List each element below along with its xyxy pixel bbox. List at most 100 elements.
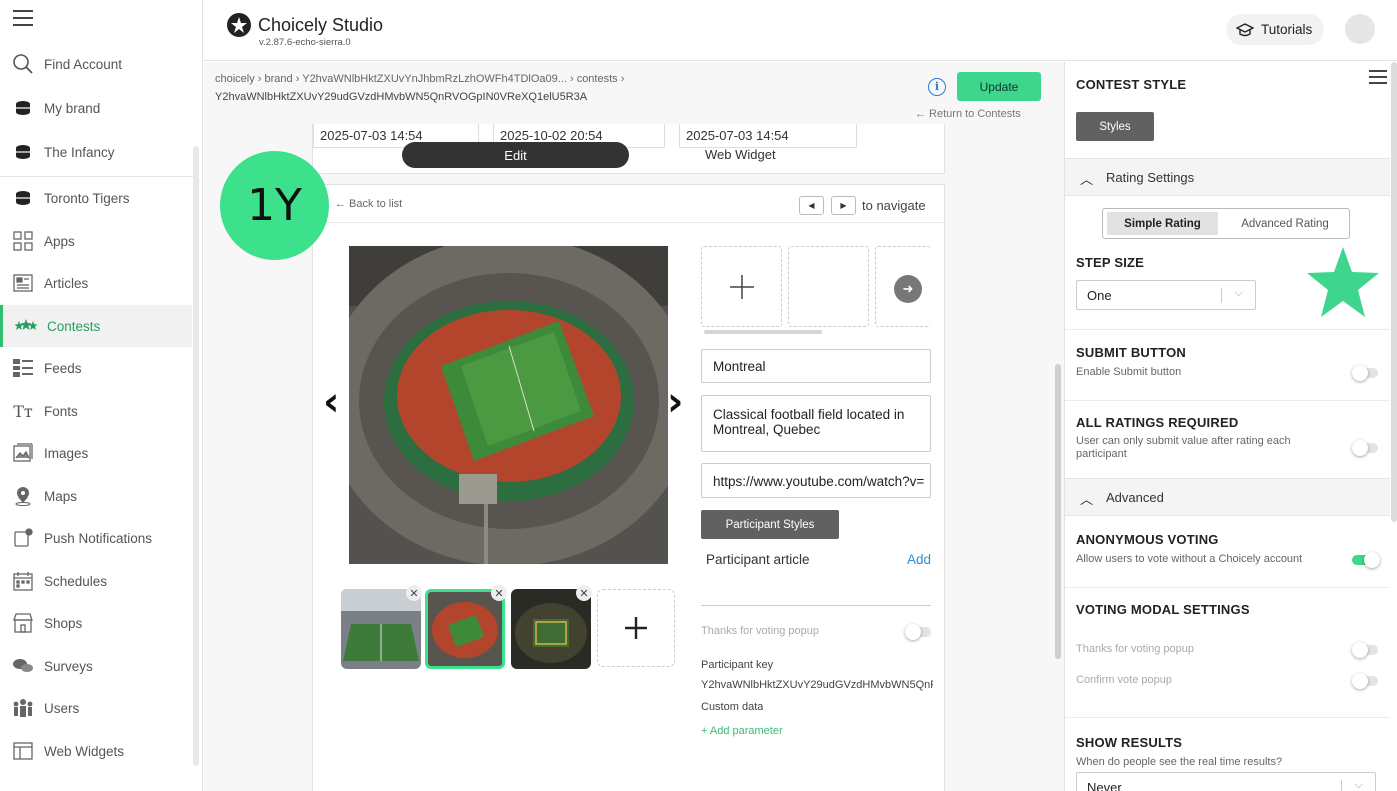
sidebar-item-label: Toronto Tigers — [44, 190, 130, 206]
sidebar-item-the-infancy[interactable]: The Infancy — [0, 131, 192, 173]
custom-data-label: Custom data — [701, 701, 764, 713]
plus-icon — [625, 617, 647, 639]
calendar-icon — [12, 570, 34, 592]
show-results-subtitle: When do people see the real time results… — [1076, 756, 1283, 768]
add-media-button[interactable] — [701, 246, 782, 327]
image-thumbnail[interactable] — [511, 589, 591, 669]
thanks-popup-toggle[interactable] — [1352, 642, 1378, 658]
chevron-up-icon: ︿ — [1080, 492, 1094, 507]
remove-image-icon[interactable]: ✕ — [406, 585, 422, 601]
rating-settings-section[interactable]: ︿ Rating Settings — [1065, 158, 1390, 196]
tab-web-widget[interactable]: Web Widget — [705, 147, 776, 162]
app-version: v.2.87.6-echo-sierra.0 — [259, 37, 351, 48]
tutorials-button[interactable]: Tutorials — [1226, 14, 1324, 45]
add-parameter-link[interactable]: + Add parameter — [701, 725, 783, 737]
publish-date-field[interactable]: 2025-07-03 14:54 — [679, 124, 857, 148]
sidebar-item-feeds[interactable]: Feeds — [0, 347, 192, 389]
confirm-popup-toggle[interactable] — [1352, 673, 1378, 689]
sidebar-item-toronto-tigers[interactable]: Toronto Tigers — [0, 177, 192, 219]
sidebar-item-label: Surveys — [44, 658, 93, 674]
simple-rating-option[interactable]: Simple Rating — [1107, 212, 1218, 235]
avatar[interactable] — [1345, 14, 1375, 44]
remove-image-icon[interactable]: ✕ — [576, 585, 592, 601]
sidebar-scrollbar[interactable] — [193, 146, 199, 766]
advanced-rating-option[interactable]: Advanced Rating — [1223, 212, 1347, 235]
image-thumbnail-selected[interactable] — [425, 589, 505, 669]
add-image-button[interactable] — [597, 589, 675, 667]
main-scrollbar[interactable] — [1055, 364, 1061, 659]
sidebar-item-label: Push Notifications — [44, 530, 153, 546]
sidebar-item-label: Articles — [44, 275, 89, 291]
main-content: choicely › brand › Y2hvaWNlbHktZXUvYnJhb… — [204, 62, 1064, 791]
thanks-popup-toggle[interactable] — [905, 624, 931, 640]
to-navigate-hint: to navigate — [862, 198, 926, 213]
participant-description-textarea[interactable]: Classical football field located in Mont… — [701, 395, 931, 452]
panel-scrollbar[interactable] — [1391, 62, 1397, 522]
sidebar-item-shops[interactable]: Shops — [0, 602, 192, 644]
participant-key-label: Participant key — [701, 659, 774, 671]
update-button[interactable]: Update — [957, 72, 1041, 101]
submit-button-toggle[interactable] — [1352, 365, 1378, 381]
menu-icon[interactable] — [1369, 70, 1387, 86]
all-ratings-required-title: ALL RATINGS REQUIRED — [1076, 415, 1239, 430]
sidebar-item-surveys[interactable]: Surveys — [0, 645, 192, 687]
arrow-right-icon[interactable]: ➜ — [894, 275, 922, 303]
sidebar-item-label: Feeds — [44, 360, 82, 376]
sidebar-item-my-brand[interactable]: My brand — [0, 87, 192, 129]
contests-stars-icon — [15, 315, 37, 337]
anonymous-voting-toggle[interactable] — [1352, 552, 1380, 568]
next-participant-button[interactable]: ▶ — [831, 196, 856, 215]
sidebar-item-apps[interactable]: Apps — [0, 220, 192, 262]
divider — [1065, 400, 1390, 401]
media-scrollbar[interactable] — [704, 330, 822, 334]
sidebar-item-push-notifications[interactable]: Push Notifications — [0, 517, 192, 559]
sidebar-item-contests[interactable]: Contests — [0, 305, 192, 347]
app-title: Choicely Studio — [258, 15, 384, 35]
previous-image-arrow[interactable]: ‹ — [323, 379, 339, 425]
sidebar-item-label: My brand — [44, 100, 101, 116]
breadcrumb[interactable]: choicely › brand › Y2hvaWNlbHktZXUvYnJhb… — [215, 73, 624, 85]
show-results-select[interactable]: Never ⌵ — [1076, 772, 1376, 791]
choicely-logo-icon — [227, 13, 251, 37]
sidebar-item-find-account[interactable]: Find Account — [0, 43, 192, 85]
sidebar-item-label: Users — [44, 700, 80, 716]
participant-styles-button[interactable]: Participant Styles — [701, 510, 839, 539]
tab-edit[interactable]: Edit — [402, 142, 629, 168]
media-slot[interactable] — [788, 246, 869, 327]
previous-participant-button[interactable]: ◀ — [799, 196, 824, 215]
chevron-down-icon: ⌵ — [1354, 779, 1363, 791]
sidebar-item-articles[interactable]: Articles — [0, 262, 192, 304]
back-to-list-link[interactable]: ← Back to list — [335, 198, 402, 210]
graduation-cap-icon — [1236, 22, 1254, 36]
step-size-select[interactable]: One ⌵ — [1076, 280, 1256, 310]
info-icon[interactable]: i — [928, 78, 946, 96]
next-image-arrow[interactable]: › — [667, 379, 683, 425]
sidebar-item-images[interactable]: Images — [0, 432, 192, 474]
image-thumbnail[interactable] — [341, 589, 421, 669]
return-to-contests-link[interactable]: ← Return to Contests — [915, 108, 1021, 120]
show-results-title: SHOW RESULTS — [1076, 735, 1183, 750]
menu-icon[interactable] — [13, 10, 33, 28]
participant-edit-card: ← Back to list ◀ ▶ to navigate ‹ › ✕ ✕ ✕… — [312, 184, 946, 791]
participant-video-url-input[interactable]: https://www.youtube.com/watch?v= — [701, 463, 931, 498]
contest-style-title: CONTEST STYLE — [1076, 77, 1187, 92]
sidebar-item-schedules[interactable]: Schedules — [0, 560, 192, 602]
divider — [701, 605, 931, 606]
participant-name-input[interactable]: Montreal — [701, 349, 931, 383]
sidebar-item-label: Schedules — [44, 573, 108, 589]
add-article-link[interactable]: Add — [907, 552, 931, 567]
divider — [1065, 329, 1390, 330]
sidebar-item-users[interactable]: Users — [0, 687, 192, 729]
sidebar-item-maps[interactable]: Maps — [0, 475, 192, 517]
images-icon — [12, 442, 34, 464]
sidebar-item-web-widgets[interactable]: Web Widgets — [0, 730, 192, 772]
advanced-section[interactable]: ︿ Advanced — [1065, 478, 1390, 516]
media-slot[interactable]: ➜ — [875, 246, 931, 327]
sidebar-item-fonts[interactable]: Tт Fonts — [0, 390, 192, 432]
all-ratings-required-toggle[interactable] — [1352, 440, 1378, 456]
section-label: Advanced — [1106, 490, 1164, 505]
remove-image-icon[interactable]: ✕ — [491, 585, 507, 601]
styles-button[interactable]: Styles — [1076, 112, 1154, 141]
sidebar-item-label: Contests — [47, 318, 101, 334]
sidebar-item-label: Images — [44, 445, 89, 461]
